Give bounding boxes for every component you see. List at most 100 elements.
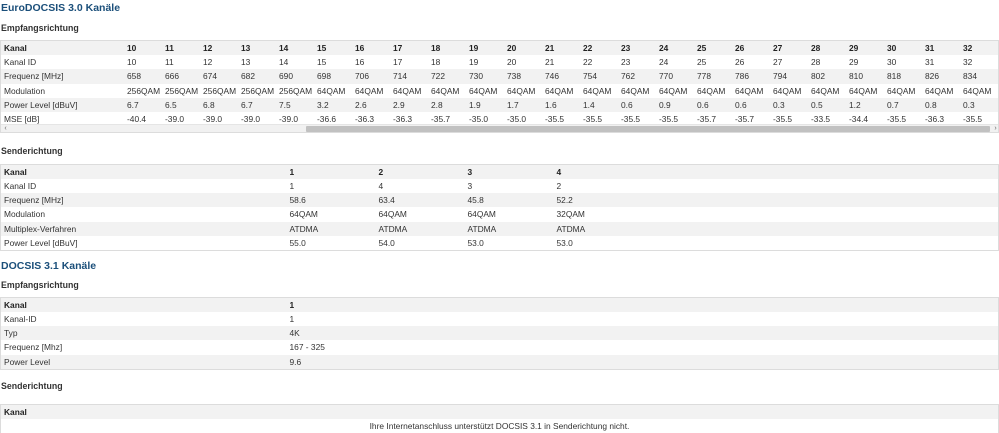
- table-cell: 20: [504, 55, 542, 70]
- table-cell: 256QAM: [124, 83, 162, 98]
- table-cell: 0.6: [732, 97, 770, 112]
- filler-cell: [642, 179, 999, 194]
- table-cell: 4K: [286, 326, 999, 341]
- table-cell: 17: [390, 41, 428, 56]
- table-header-row: Kanal 1: [0, 297, 999, 312]
- table-cell: 0.8: [922, 97, 960, 112]
- table-cell: 16: [352, 55, 390, 70]
- table-cell: 27: [770, 41, 808, 56]
- table-cell: 1: [286, 312, 999, 327]
- table-cell: 0.6: [694, 97, 732, 112]
- table-cell: 256QAM: [162, 83, 200, 98]
- table-row: Frequenz [Mhz] 167 - 325: [0, 340, 999, 355]
- table-cell: 64QAM: [464, 207, 554, 222]
- table-cell: 1.6: [542, 97, 580, 112]
- table-cell: ATDMA: [286, 221, 376, 236]
- table-cell: 10: [124, 41, 162, 56]
- table-cell: 64QAM: [504, 83, 542, 98]
- table-cell: 6.7: [238, 97, 276, 112]
- table-cell: 786: [732, 69, 770, 84]
- table-cell: 13: [238, 55, 276, 70]
- table-cell: 690: [276, 69, 314, 84]
- table-row: Power Level [dBuV] 55.0 54.0 53.0 53.0: [0, 235, 999, 251]
- table-cell: 63.4: [375, 193, 465, 208]
- docsis31-title: DOCSIS 3.1 Kanäle: [1, 260, 97, 272]
- table-cell: 802: [808, 69, 846, 84]
- table-cell: 15: [314, 55, 352, 70]
- table-cell: 52.2: [553, 193, 643, 208]
- chevron-left-icon[interactable]: ‹: [1, 125, 10, 132]
- table-cell: 2: [553, 179, 643, 194]
- table-cell: 64QAM: [428, 83, 466, 98]
- filler-cell: [642, 164, 999, 179]
- table-cell: 55.0: [286, 235, 376, 251]
- row-label: Modulation: [1, 83, 124, 98]
- table-cell: 14: [276, 55, 314, 70]
- table-cell: 64QAM: [375, 207, 465, 222]
- table-row: Frequenz [MHz] 658 666 674 682 690 698 706 714 72…: [1, 69, 998, 84]
- table-cell: 15: [314, 41, 352, 56]
- table-cell: 2: [375, 164, 465, 179]
- table-row: Kanal-ID 1: [0, 312, 999, 327]
- table-cell: 13: [238, 41, 276, 56]
- table-cell: 21: [542, 41, 580, 56]
- table-cell: 3.2: [314, 97, 352, 112]
- table-cell: 3: [464, 164, 554, 179]
- row-label: Modulation: [0, 207, 287, 222]
- table-cell: 6.5: [162, 97, 200, 112]
- filler-cell: [642, 235, 999, 251]
- table-cell: 64QAM: [922, 83, 960, 98]
- table-cell: 64QAM: [542, 83, 580, 98]
- docsis31-upstream-table: Kanal Ihre Internetanschluss unterstützt…: [0, 404, 999, 433]
- table-cell: 64QAM: [466, 83, 504, 98]
- table-cell: 18: [428, 41, 466, 56]
- table-cell: 256QAM: [200, 83, 238, 98]
- table-cell: 23: [618, 41, 656, 56]
- table-cell: 0.9: [656, 97, 694, 112]
- table-cell: 64QAM: [732, 83, 770, 98]
- table-cell: 31: [922, 55, 960, 70]
- docsis30-downstream-table-container[interactable]: Kanal 10 11 12 13 14 15 16 17 18 19 20 21 22 23 24 25 26 2…: [0, 40, 999, 133]
- table-cell: 24: [656, 41, 694, 56]
- table-cell: 32: [960, 41, 998, 56]
- table-cell: 666: [162, 69, 200, 84]
- table-cell: 2.6: [352, 97, 390, 112]
- docsis30-downstream-table: Kanal 10 11 12 13 14 15 16 17 18 19 20 21 22 23 24 25 26 2…: [1, 41, 998, 127]
- table-row: Kanal ID 1 4 3 2: [0, 179, 999, 194]
- table-cell: 54.0: [375, 235, 465, 251]
- table-cell: 706: [352, 69, 390, 84]
- table-cell: 167 - 325: [286, 340, 999, 355]
- table-cell: 0.5: [808, 97, 846, 112]
- table-cell: 17: [390, 55, 428, 70]
- row-label: Kanal: [0, 297, 287, 312]
- table-cell: 1.2: [846, 97, 884, 112]
- row-label: Kanal ID: [1, 55, 124, 70]
- row-label: Kanal ID: [0, 179, 287, 194]
- table-cell: 794: [770, 69, 808, 84]
- table-row: Frequenz [MHz] 58.6 63.4 45.8 52.2: [0, 193, 999, 208]
- horizontal-scrollbar[interactable]: ‹ ›: [1, 124, 998, 132]
- scrollbar-thumb[interactable]: [306, 126, 990, 132]
- chevron-right-icon[interactable]: ›: [991, 125, 998, 132]
- table-cell: 22: [580, 55, 618, 70]
- table-cell: 28: [808, 55, 846, 70]
- table-cell: 12: [200, 55, 238, 70]
- table-cell: 64QAM: [960, 83, 998, 98]
- row-label: Power Level [dBuV]: [1, 97, 124, 112]
- table-cell: 23: [618, 55, 656, 70]
- row-label: Kanal-ID: [0, 312, 287, 327]
- docsis30-title: EuroDOCSIS 3.0 Kanäle: [1, 2, 121, 14]
- table-cell: 6.8: [200, 97, 238, 112]
- filler-cell: [642, 221, 999, 236]
- table-cell: 1: [286, 179, 376, 194]
- table-cell: 2.9: [390, 97, 428, 112]
- row-label: Frequenz [MHz]: [1, 69, 124, 84]
- table-cell: 64QAM: [390, 83, 428, 98]
- docsis31-downstream-heading: Empfangsrichtung: [1, 280, 79, 290]
- table-row: Power Level 9.6: [0, 354, 999, 370]
- table-cell: 19: [466, 55, 504, 70]
- table-cell: 762: [618, 69, 656, 84]
- table-cell: 64QAM: [656, 83, 694, 98]
- table-cell: 64QAM: [884, 83, 922, 98]
- table-cell: 64QAM: [694, 83, 732, 98]
